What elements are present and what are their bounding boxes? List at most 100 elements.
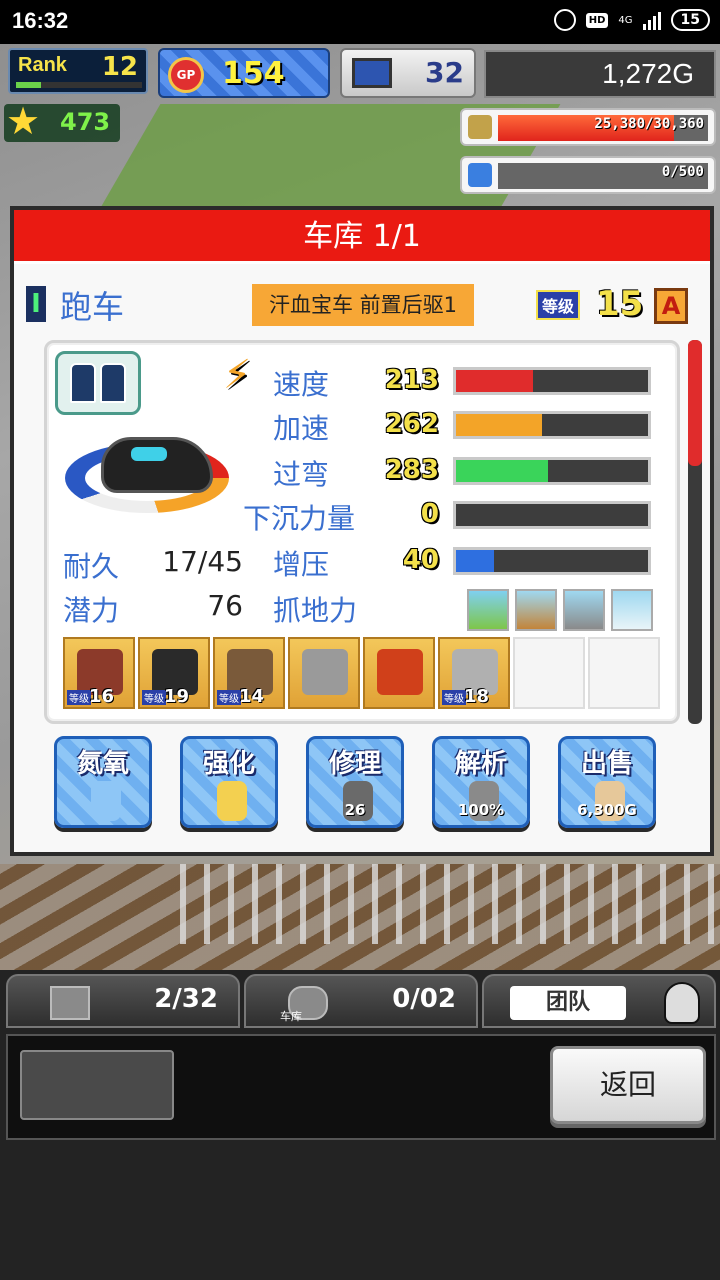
grip-snow-icon: [611, 589, 653, 631]
stat-bar-fill: [456, 460, 549, 482]
bottom-tabs: 2/32 车库 0/02 团队: [6, 974, 716, 1028]
tab-team[interactable]: 团队: [482, 974, 716, 1028]
part-slot[interactable]: 等级 18: [438, 637, 510, 709]
rank-value: 12: [101, 52, 138, 82]
stat-value: 0: [420, 499, 439, 529]
action-button-2[interactable]: 修理 26: [306, 736, 404, 828]
car-type-icon: [55, 351, 141, 415]
stat-name: 加速: [273, 412, 330, 445]
part-level: 14: [239, 686, 265, 707]
potential-value: 76: [207, 589, 243, 622]
stat-name: 过弯: [273, 458, 330, 491]
stat-bar: [453, 411, 651, 439]
stat-value: 213: [384, 365, 439, 395]
car-name[interactable]: 汗血宝车 前置后驱1: [252, 284, 474, 326]
level-label: 等级: [536, 290, 580, 320]
research-points-display[interactable]: 32: [340, 48, 476, 98]
grip-dirt-icon: [515, 589, 557, 631]
action-button-1[interactable]: 强化: [180, 736, 278, 828]
parts-box-icon: [50, 986, 90, 1020]
fuel-gauge: 25,380/30,360: [460, 108, 716, 146]
action-button-3[interactable]: 解析 100%: [432, 736, 530, 828]
garage-panel: 车库 1/1 I 跑车 汗血宝车 前置后驱1 等级 15 A ⚡ 速度 213 加速…: [10, 206, 714, 856]
part-slot[interactable]: 等级 14: [213, 637, 285, 709]
stat-name: 下沉力量: [243, 502, 356, 535]
fuel-text: 25,380/30,360: [594, 116, 704, 132]
hd-icon: HD: [585, 12, 609, 28]
empty-part-slot[interactable]: [588, 637, 660, 709]
durability-label: 耐久: [63, 550, 120, 583]
action-label: 解析: [454, 749, 507, 779]
empty-part-slot[interactable]: [513, 637, 585, 709]
rank-progress-bar: [16, 82, 142, 88]
stat-name: 速度: [273, 368, 330, 401]
panel-title: 车库 1/1: [14, 210, 710, 264]
action-sub: 26: [344, 801, 366, 819]
bottom-bar: 2/32 车库 0/02 团队 返回: [0, 970, 720, 1280]
stat-bar: [453, 547, 651, 575]
rank-display: Rank 12: [8, 48, 148, 94]
part-slot[interactable]: 等级 16: [63, 637, 135, 709]
stat-value: 283: [384, 455, 439, 485]
team-label: 团队: [510, 986, 626, 1020]
stat-bar: [453, 367, 651, 395]
status-icons: HD 4G 15: [553, 9, 710, 31]
part-level-label: 等级: [442, 690, 466, 705]
scrollbar[interactable]: [688, 340, 702, 724]
action-label: 氮氧: [76, 749, 129, 779]
stat-bar-fill: [456, 550, 495, 572]
stat-bar: [453, 501, 651, 529]
part-slot[interactable]: 等级 19: [138, 637, 210, 709]
tab-garage[interactable]: 车库 0/02: [244, 974, 478, 1028]
action-label: 修理: [328, 749, 381, 779]
part-level-label: 等级: [67, 690, 91, 705]
action-sub: 6,300G: [577, 801, 637, 819]
part-level: 18: [464, 686, 490, 707]
part-level-label: 等级: [142, 690, 166, 705]
action-button-4[interactable]: 出售 6,300G: [558, 736, 656, 828]
stat-bar-fill: [456, 414, 543, 436]
tab-parts[interactable]: 2/32: [6, 974, 240, 1028]
stat-value: 40: [402, 545, 439, 575]
scrollbar-thumb[interactable]: [688, 340, 702, 466]
nitro-bottle-icon: [91, 781, 121, 821]
coin-stack-icon: [468, 115, 492, 139]
alarm-icon: [553, 9, 576, 31]
gp-display[interactable]: GP 154: [158, 48, 330, 98]
action-button-0[interactable]: 氮氧: [54, 736, 152, 828]
star-value: 473: [60, 108, 111, 136]
empty-slot: [20, 1050, 174, 1120]
back-button[interactable]: 返回: [550, 1046, 706, 1124]
bottom-dock: 返回: [6, 1034, 716, 1140]
car-detail-card: ⚡ 速度 213 加速 262 过弯 283 下沉力量 0 增压 40 耐久 17/45 潜力 7…: [44, 340, 680, 724]
fan-star-display: ★ 473: [4, 102, 120, 142]
money-display: 1,272G: [484, 50, 716, 98]
gp-value: 154: [222, 56, 285, 91]
scene-fence: [180, 864, 720, 944]
computer-icon: [352, 58, 392, 88]
part-level: 16: [89, 686, 115, 707]
grip-label: 抓地力: [273, 594, 358, 627]
part-slot[interactable]: [363, 637, 435, 709]
grade-badge: A: [654, 288, 688, 324]
rank-label: Rank: [18, 54, 67, 76]
action-label: 出售: [580, 749, 633, 779]
parts-count: 2/32: [154, 984, 218, 1014]
gp-coin-icon: GP: [168, 57, 204, 93]
lightning-icon: ⚡: [222, 352, 252, 398]
part-level: 19: [164, 686, 190, 707]
parts-row: 等级 16 等级 19 等级 14 等级 18: [63, 637, 660, 709]
durability-value: 17/45: [162, 545, 243, 578]
nitro-bottle-icon: [468, 163, 492, 187]
egg-icon: [217, 781, 247, 821]
garage-tab-label: 车库: [280, 1010, 302, 1023]
grip-paved-icon: [467, 589, 509, 631]
battery-indicator: 15: [670, 9, 710, 31]
action-sub: 100%: [457, 801, 505, 819]
class-roman-icon: I: [26, 286, 46, 322]
stat-bar-fill: [456, 370, 533, 392]
part-slot[interactable]: [288, 637, 360, 709]
research-points-value: 32: [425, 56, 464, 89]
nitro-text: 0/500: [661, 164, 704, 180]
class-name: 跑车: [60, 288, 125, 326]
